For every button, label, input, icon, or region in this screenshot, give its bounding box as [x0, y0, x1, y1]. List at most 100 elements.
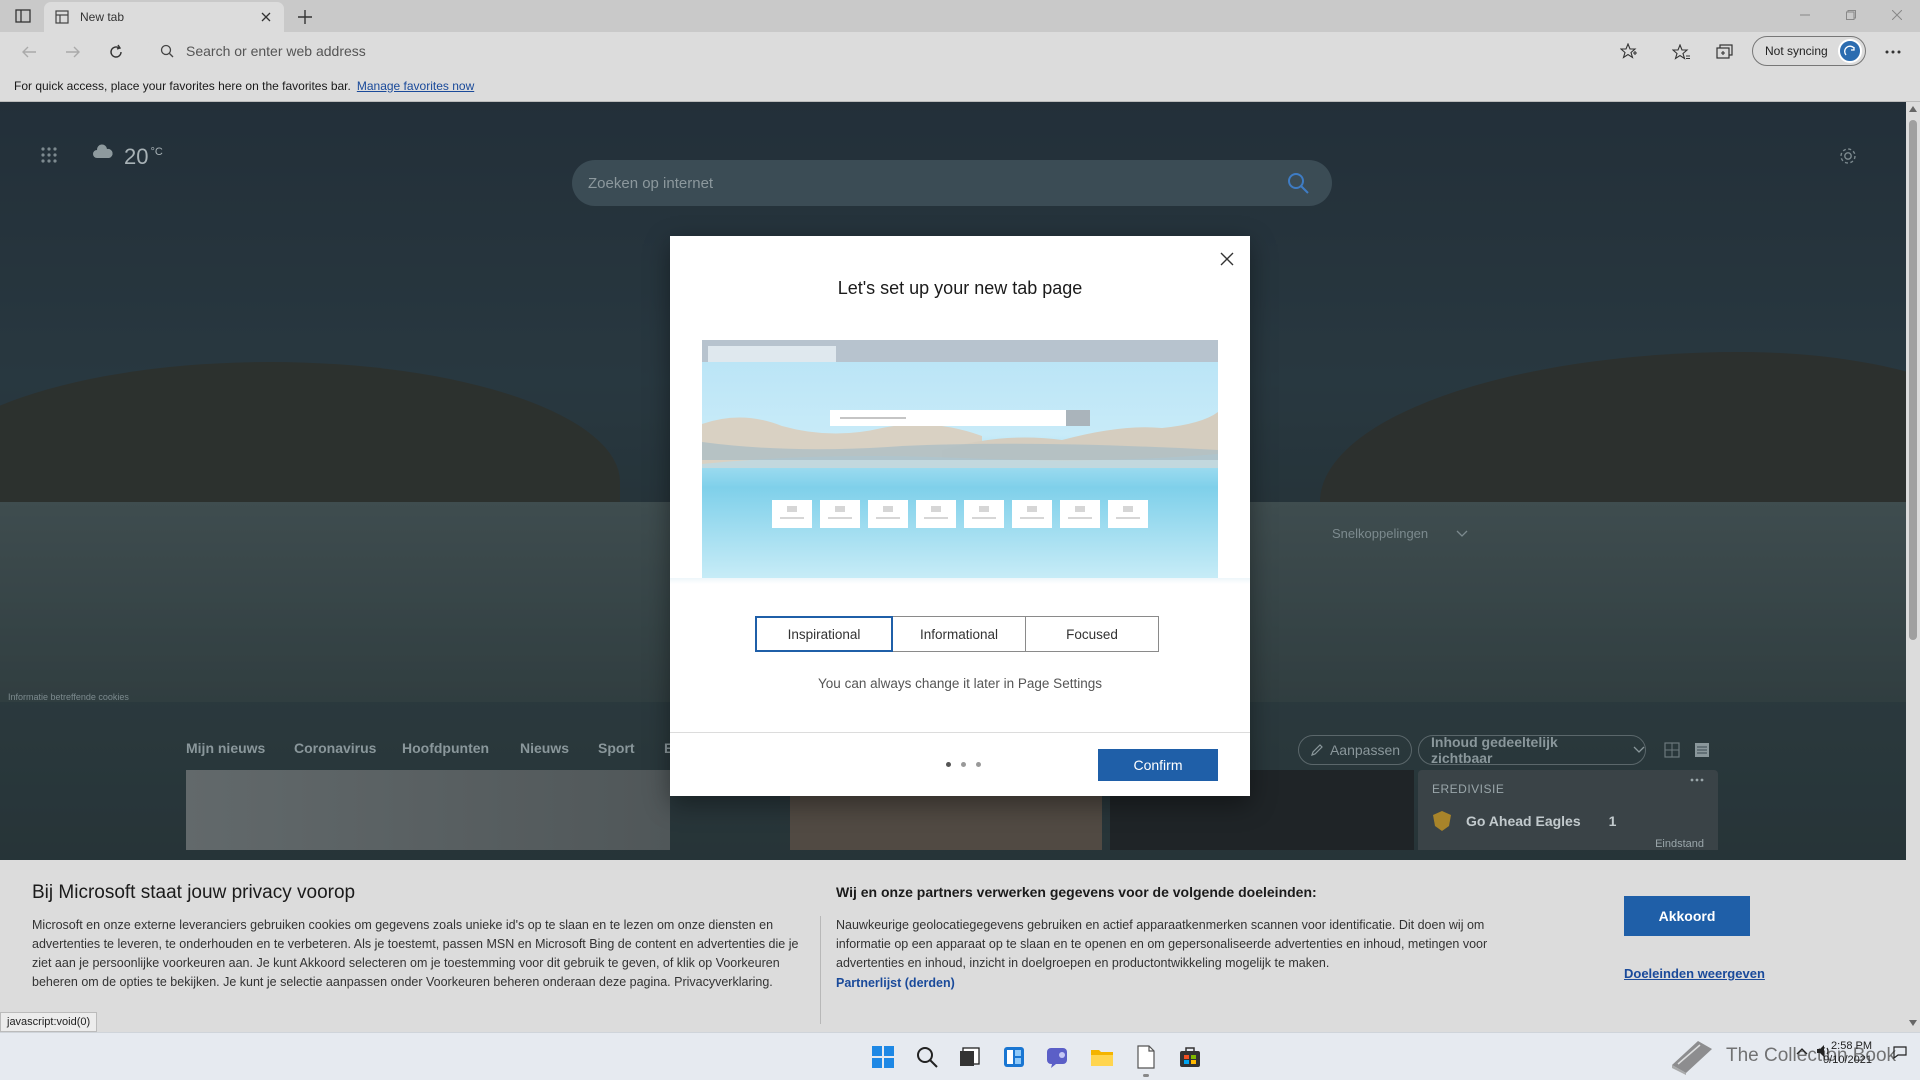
customize-button[interactable]: Aanpassen: [1298, 735, 1412, 765]
content-visibility-dropdown[interactable]: Inhoud gedeeltelijk zichtbaar: [1418, 734, 1646, 766]
divider: [820, 916, 821, 1024]
scroll-up-icon[interactable]: [1909, 106, 1917, 114]
weather-widget[interactable]: 20 °C: [92, 144, 163, 170]
page-icon: [54, 9, 70, 25]
eredivisie-title: EREDIVISIE: [1432, 782, 1505, 796]
preview-landscape: [702, 412, 1218, 468]
option-informational[interactable]: Informational: [892, 616, 1026, 652]
clock-time: 2:58 PM: [1831, 1040, 1872, 1052]
tab-title: New tab: [80, 10, 125, 24]
dialog-note: You can always change it later in Page S…: [818, 676, 1102, 691]
news-tab-my-news[interactable]: Mijn nieuws: [186, 740, 265, 756]
preview-fade: [670, 578, 1250, 584]
team-score: 1: [1608, 813, 1617, 829]
web-search-box[interactable]: [572, 160, 1332, 206]
notepad-icon[interactable]: [1132, 1043, 1160, 1077]
privacy-consent-banner: Bij Microsoft staat jouw privacy voorop …: [0, 860, 1906, 1032]
preview-search-button: [1066, 410, 1090, 426]
maximize-button[interactable]: [1828, 0, 1874, 30]
window-controls: [1782, 0, 1920, 30]
grid-layout-icon[interactable]: [1664, 742, 1680, 758]
web-search-input[interactable]: [588, 174, 1238, 192]
cookies-info-link[interactable]: Informatie betreffende cookies: [8, 692, 129, 702]
news-tab-headlines[interactable]: Hoofdpunten: [402, 740, 489, 756]
minimize-button[interactable]: [1782, 0, 1828, 30]
news-tab-coronavirus[interactable]: Coronavirus: [294, 740, 376, 756]
file-explorer-icon[interactable]: [1088, 1043, 1116, 1071]
more-options-icon[interactable]: [1690, 778, 1704, 782]
quicklinks-label: Snelkoppelingen: [1332, 526, 1429, 541]
customize-label: Aanpassen: [1329, 742, 1401, 758]
favorites-icon[interactable]: [1670, 41, 1692, 63]
refresh-button[interactable]: [105, 41, 127, 63]
scroll-down-icon[interactable]: [1909, 1020, 1917, 1028]
news-tab-sport[interactable]: Sport: [598, 740, 635, 756]
purposes-description: Nauwkeurige geolocatiegegevens gebruiken…: [836, 918, 1488, 970]
taskbar-clock[interactable]: 2:58 PM 9/10/2021: [1820, 1039, 1872, 1067]
app-launcher-icon[interactable]: [40, 146, 58, 164]
search-icon[interactable]: [1286, 171, 1310, 195]
store-icon[interactable]: [1176, 1043, 1204, 1071]
manage-favorites-link[interactable]: Manage favorites now: [357, 79, 474, 93]
news-card-image[interactable]: [186, 770, 670, 850]
sync-status-button[interactable]: Not syncing: [1752, 36, 1866, 66]
back-button[interactable]: [18, 41, 40, 63]
widgets-icon[interactable]: [1000, 1043, 1028, 1071]
setup-dialog: Let's set up your new tab page Inspirati…: [670, 236, 1250, 796]
preview-quicklink-tile: [868, 500, 908, 528]
content-visibility-label: Inhoud gedeeltelijk zichtbaar: [1431, 734, 1558, 766]
preview-quicklink-tile: [1108, 500, 1148, 528]
favorites-bar: For quick access, place your favorites h…: [0, 70, 1920, 102]
collections-icon[interactable]: [1714, 41, 1736, 63]
chat-icon[interactable]: [1044, 1043, 1072, 1071]
close-window-button[interactable]: [1874, 0, 1920, 30]
show-purposes-link[interactable]: Doeleinden weergeven: [1624, 966, 1765, 981]
close-tab-icon[interactable]: [258, 9, 274, 25]
option-inspirational[interactable]: Inspirational: [755, 616, 893, 652]
accept-button[interactable]: Akkoord: [1624, 896, 1750, 936]
partner-list-link[interactable]: Partnerlijst (derden): [836, 976, 955, 990]
preview-quicklink-tile: [820, 500, 860, 528]
preview-search-box: [830, 410, 1070, 426]
match-row[interactable]: Go Ahead Eagles 1: [1432, 810, 1704, 832]
preview-quicklink-tile: [916, 500, 956, 528]
task-view-icon[interactable]: [956, 1043, 984, 1071]
weather-temperature: 20: [124, 144, 149, 169]
chevron-up-icon[interactable]: [1796, 1047, 1808, 1055]
new-tab-button[interactable]: [294, 6, 316, 28]
more-options-icon[interactable]: [1882, 41, 1904, 63]
add-favorite-icon[interactable]: [1620, 43, 1638, 59]
news-tab-news[interactable]: Nieuws: [520, 740, 569, 756]
divider: [670, 732, 1250, 733]
tab-new-tab[interactable]: New tab: [44, 2, 284, 32]
cloud-icon: [92, 144, 114, 160]
forward-button[interactable]: [62, 41, 84, 63]
team-name: Go Ahead Eagles: [1466, 813, 1581, 829]
tab-actions-icon[interactable]: [12, 6, 34, 26]
quicklinks-toggle[interactable]: Snelkoppelingen: [1332, 526, 1468, 541]
address-input[interactable]: [186, 43, 1486, 59]
favorites-bar-hint: For quick access, place your favorites h…: [14, 78, 351, 93]
confirm-button[interactable]: Confirm: [1098, 749, 1218, 781]
page-scrollbar[interactable]: [1906, 102, 1920, 1032]
preview-quicklink-tile: [1012, 500, 1052, 528]
team-logo-icon: [1432, 810, 1452, 832]
step-dot: [961, 762, 966, 767]
pencil-icon: [1310, 743, 1324, 757]
gear-icon[interactable]: [1838, 146, 1858, 166]
address-bar[interactable]: [146, 36, 1652, 66]
list-layout-icon[interactable]: [1694, 742, 1710, 758]
browser-toolbar: Not syncing: [0, 32, 1920, 70]
match-status: Eindstand: [1655, 838, 1704, 850]
weather-unit: °C: [150, 146, 163, 158]
option-focused[interactable]: Focused: [1025, 616, 1159, 652]
eredivisie-widget[interactable]: EREDIVISIE Go Ahead Eagles 1 Eindstand: [1418, 770, 1718, 850]
scrollbar-thumb[interactable]: [1909, 120, 1917, 640]
start-icon[interactable]: [869, 1043, 897, 1071]
chevron-down-icon: [1633, 746, 1645, 754]
search-icon[interactable]: [913, 1043, 941, 1071]
purposes-title: Wij en onze partners verwerken gegevens …: [836, 884, 1317, 900]
close-icon[interactable]: [1216, 248, 1238, 270]
notifications-icon[interactable]: [1892, 1043, 1908, 1059]
chevron-down-icon: [1456, 530, 1468, 538]
